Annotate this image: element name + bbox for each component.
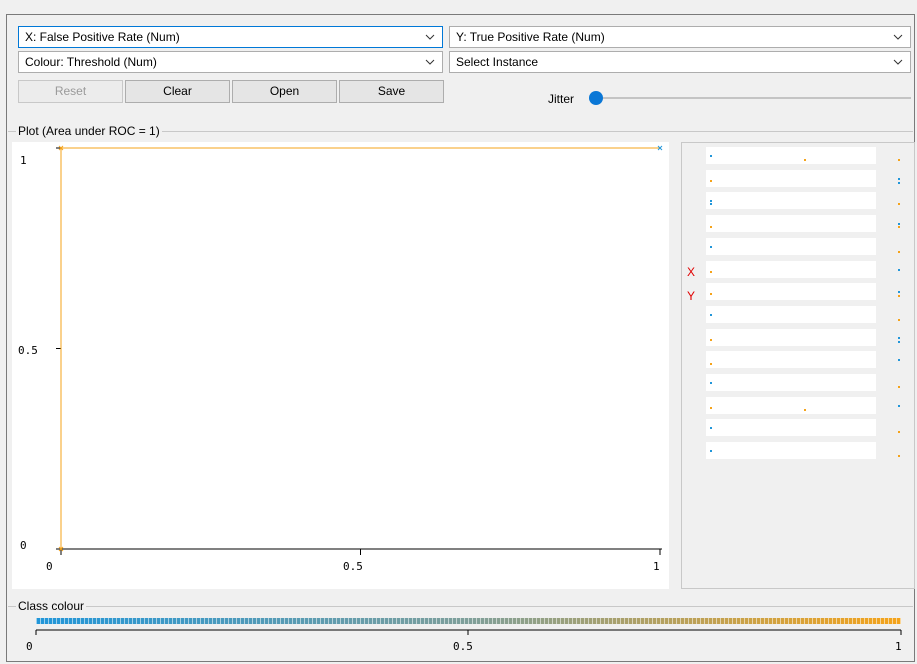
chevron-down-icon (425, 34, 435, 40)
strip-point (710, 338, 712, 341)
attribute-strip[interactable] (706, 237, 900, 255)
strip-point (898, 340, 900, 343)
x-tick-label: 1 (653, 560, 660, 573)
attribute-strip[interactable] (706, 283, 900, 301)
plot-title: Plot (Area under ROC = 1) (16, 124, 162, 138)
strip-point (898, 223, 900, 226)
strip-point (898, 336, 900, 339)
chevron-down-icon (425, 59, 435, 65)
x-tick-label: 0.5 (343, 560, 363, 573)
strip-point (898, 295, 900, 298)
attribute-panel: X Y (681, 142, 915, 589)
strip-point (898, 291, 900, 294)
strip-point (710, 450, 712, 453)
attribute-strip[interactable] (706, 396, 900, 414)
open-button[interactable]: Open (232, 80, 337, 103)
strip-point (898, 386, 900, 388)
x-axis-select-value: X: False Positive Rate (Num) (25, 30, 180, 44)
strip-point (710, 293, 712, 296)
roc-plot-svg (56, 145, 663, 555)
strip-point (898, 431, 900, 434)
strip-point (710, 245, 712, 248)
strip-point (710, 179, 712, 182)
strip-point (898, 359, 900, 362)
instance-select-value: Select Instance (456, 55, 539, 69)
class-colour-title: Class colour (16, 599, 87, 613)
jitter-slider-track[interactable] (596, 97, 911, 99)
instance-select[interactable]: Select Instance (449, 51, 911, 73)
class-colour-tick: 0 (26, 640, 33, 653)
y-tick-label: 0.5 (18, 344, 38, 357)
strip-point (898, 404, 900, 407)
attribute-strip[interactable] (706, 328, 900, 346)
x-tick-label: 0 (46, 560, 53, 573)
class-colour-group-border (8, 606, 913, 607)
attribute-strip[interactable] (706, 215, 900, 233)
strip-point (898, 226, 900, 229)
attribute-strip[interactable] (706, 351, 900, 369)
strip-point (710, 427, 712, 430)
strip-point (898, 181, 900, 184)
strip-point (898, 177, 900, 180)
strip-point (898, 159, 900, 161)
class-colour-tick: 1 (895, 640, 902, 653)
clear-button[interactable]: Clear (125, 80, 230, 103)
strip-point (710, 270, 712, 273)
roc-curve-line (60, 147, 660, 549)
attribute-strip[interactable] (706, 442, 900, 460)
strip-point (710, 406, 712, 409)
y-tick-label: 1 (20, 154, 27, 167)
strip-point (710, 200, 712, 203)
strip-point (898, 318, 900, 321)
attribute-strip[interactable] (706, 260, 900, 278)
strip-point (898, 455, 900, 458)
strip-point (710, 203, 712, 206)
y-axis-marker: Y (687, 289, 696, 303)
attribute-strip[interactable] (706, 374, 900, 391)
class-colour-tick: 0.5 (453, 640, 473, 653)
colour-select-value: Colour: Threshold (Num) (25, 55, 157, 69)
reset-button[interactable]: Reset (18, 80, 123, 103)
x-axis-select[interactable]: X: False Positive Rate (Num) (18, 26, 443, 48)
strip-point (898, 250, 900, 253)
jitter-slider-thumb[interactable] (589, 91, 603, 105)
strip-point (710, 155, 712, 157)
chevron-down-icon (893, 34, 903, 40)
strip-point (710, 382, 712, 384)
attribute-strip[interactable] (706, 147, 900, 164)
strip-point (710, 226, 712, 229)
jitter-label: Jitter (548, 92, 575, 106)
y-axis-select-value: Y: True Positive Rate (Num) (456, 30, 605, 44)
strip-point (898, 203, 900, 206)
strip-point (804, 408, 806, 411)
attribute-strip[interactable] (706, 169, 900, 187)
attribute-strip[interactable] (706, 419, 900, 437)
colour-select[interactable]: Colour: Threshold (Num) (18, 51, 443, 73)
x-axis-marker: X (687, 265, 696, 279)
strip-point (710, 363, 712, 366)
strip-point (804, 159, 806, 161)
attribute-strip[interactable] (706, 192, 900, 210)
attribute-strip[interactable] (706, 305, 900, 323)
y-tick-label: 0 (20, 539, 27, 552)
roc-plot-area[interactable] (12, 142, 669, 589)
y-axis-select[interactable]: Y: True Positive Rate (Num) (449, 26, 911, 48)
strip-point (898, 268, 900, 271)
chevron-down-icon (893, 59, 903, 65)
save-button[interactable]: Save (339, 80, 444, 103)
strip-point (710, 313, 712, 316)
